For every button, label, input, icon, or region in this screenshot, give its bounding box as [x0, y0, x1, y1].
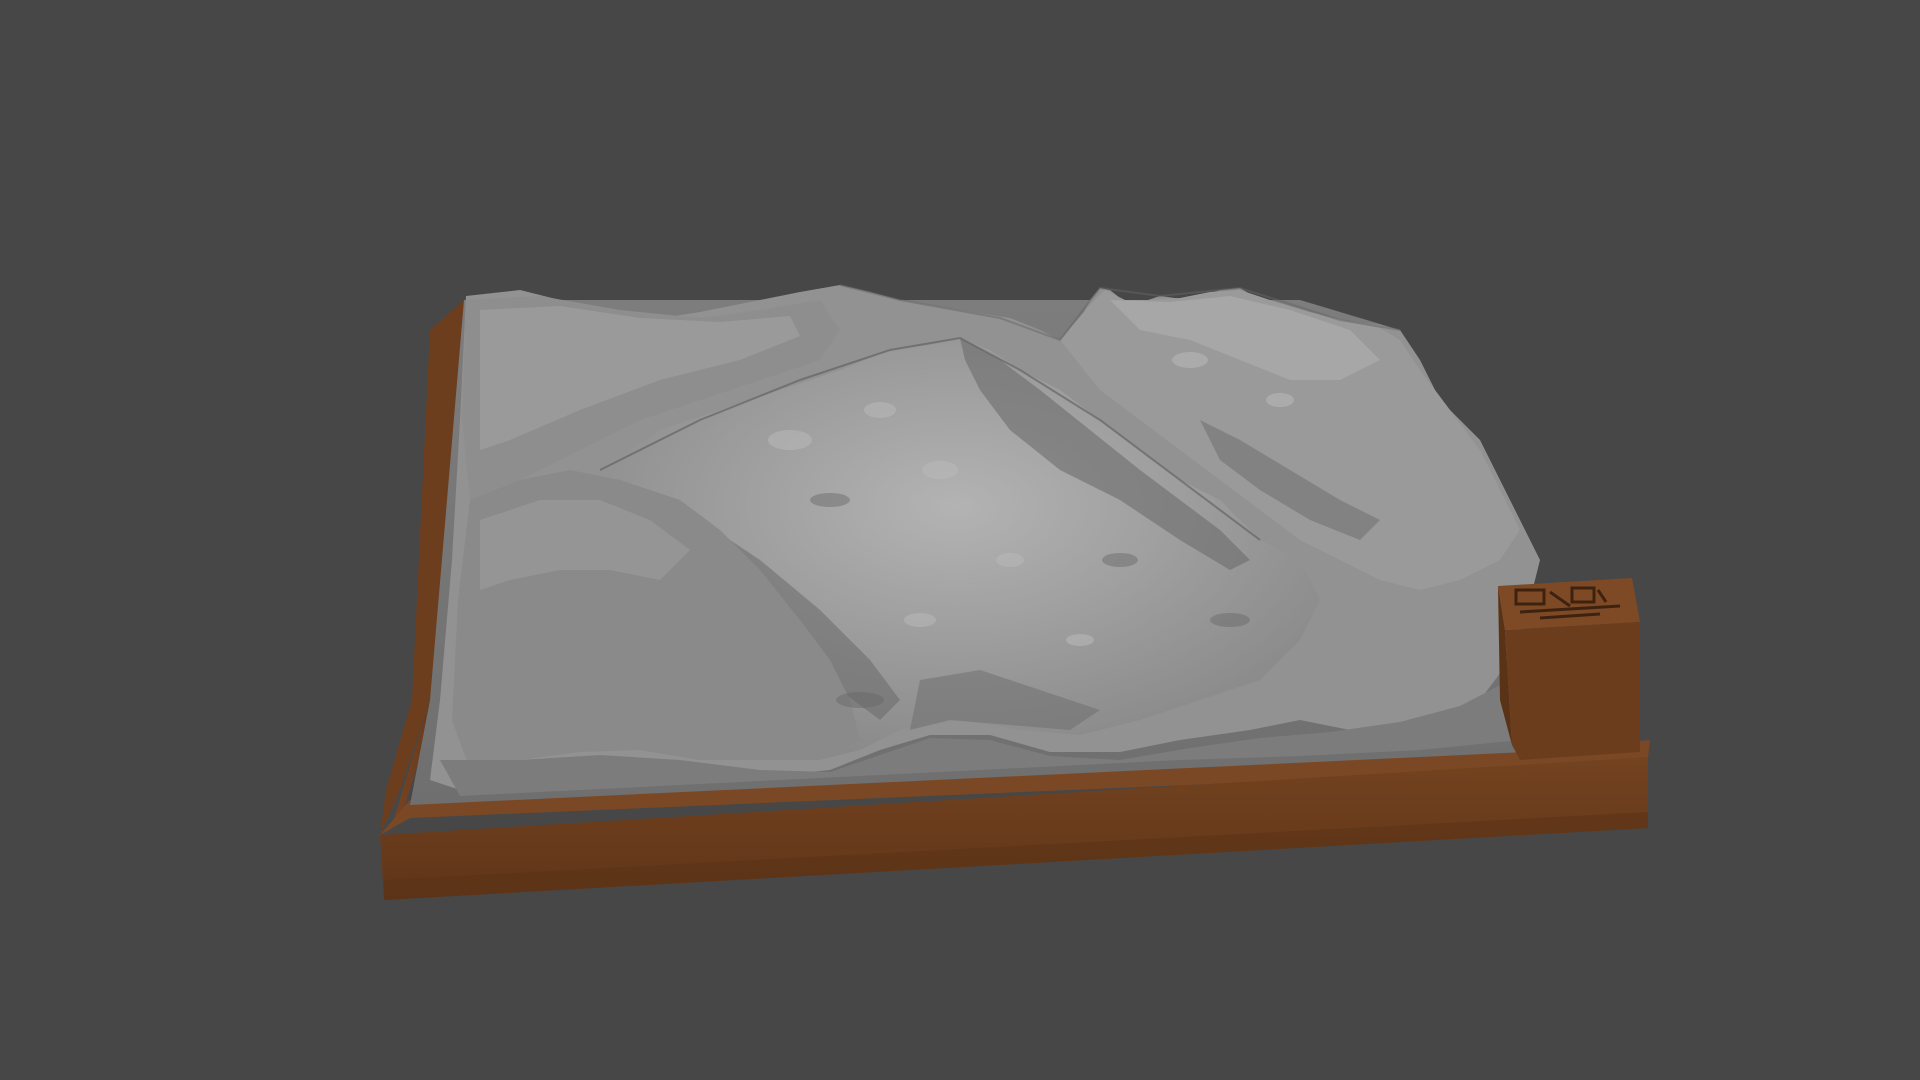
3d-viewport[interactable]	[0, 0, 1920, 1080]
label-block-front	[1505, 622, 1640, 760]
label-block[interactable]	[1498, 578, 1640, 760]
scene-canvas[interactable]	[0, 0, 1920, 1080]
